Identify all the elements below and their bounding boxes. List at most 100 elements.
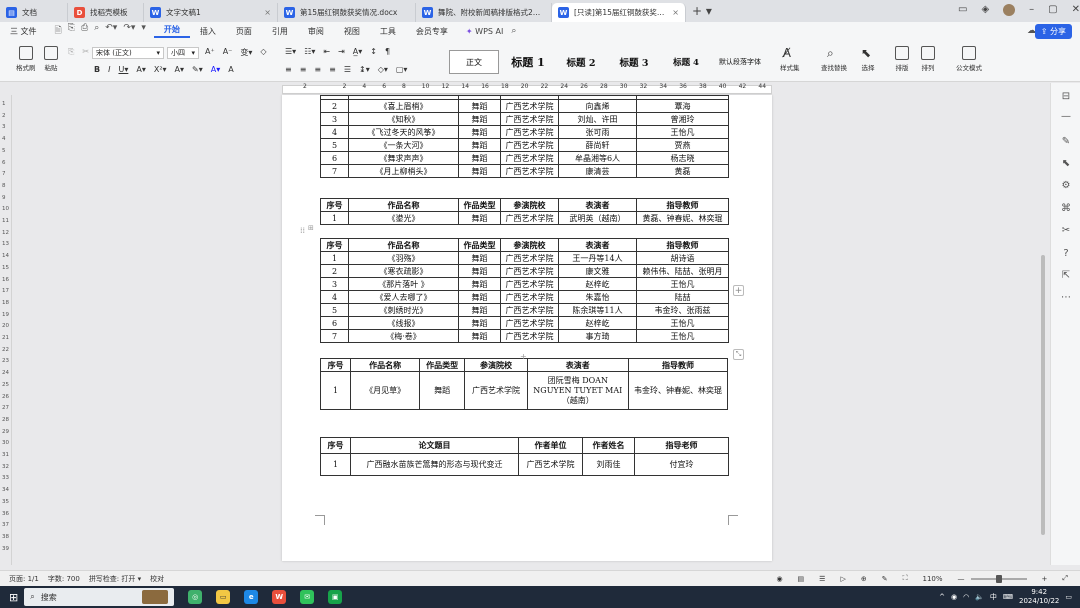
horizontal-ruler[interactable]: 2 2 4 6 8 10 12 14 16 18 20 22 24 26 28 30 32 34 36 38 40 42 4… xyxy=(0,83,1080,95)
table-cell[interactable]: 黄磊、钟春妮、林奕琨 xyxy=(636,211,729,225)
add-column-button[interactable]: + xyxy=(733,285,744,296)
table-header-cell[interactable]: 参演院校 xyxy=(500,238,559,252)
table-cell[interactable]: 刘灿、许田 xyxy=(558,112,637,126)
cube-icon[interactable]: ◈ xyxy=(981,4,989,16)
sort-icon[interactable]: ↕ xyxy=(370,47,377,56)
table-cell[interactable]: 5 xyxy=(320,138,349,152)
redo-icon[interactable]: ↷▾ xyxy=(123,23,135,39)
table-cell[interactable]: 广西艺术学院 xyxy=(500,211,559,225)
vertical-ruler[interactable]: 1 2 3 4 5 6 7 8 9 10 11 12 13 14 15 16 17 18 19 20 21 22 23 24 2… xyxy=(0,95,12,565)
table-cell[interactable]: 《寒衣疏影》 xyxy=(348,264,459,278)
table-cell[interactable]: 韦金玲、张雨兹 xyxy=(636,303,729,317)
zoom-slider-knob[interactable] xyxy=(995,574,1002,583)
table-header-cell[interactable]: 指导老师 xyxy=(634,437,729,454)
style-heading-4[interactable]: 标题 4 xyxy=(663,50,709,74)
avatar[interactable] xyxy=(1003,4,1016,16)
clock[interactable]: 9:42 2024/10/22 xyxy=(1019,588,1059,606)
table-cell[interactable]: 康文雅 xyxy=(558,264,637,278)
table-cell[interactable]: 胡诗语 xyxy=(636,251,729,265)
translate-icon[interactable]: ⌘ xyxy=(1060,203,1072,215)
zoom-slider[interactable] xyxy=(970,574,1027,583)
table-cell[interactable]: 舞蹈 xyxy=(458,164,501,178)
tab-docer-templates[interactable]: D 找稻壳模板 xyxy=(68,3,144,22)
menu-page[interactable]: 页面 xyxy=(226,26,262,37)
undo-icon[interactable]: ↶▾ xyxy=(105,23,117,39)
zoom-in-icon[interactable]: + xyxy=(1042,575,1048,583)
table-cell[interactable]: 《爱人去哪了》 xyxy=(348,290,459,304)
pen-icon[interactable]: ✎ xyxy=(882,575,888,583)
table-cell[interactable]: 广西艺术学院 xyxy=(500,112,559,126)
help-icon[interactable]: ? xyxy=(1060,248,1072,260)
edge-browser-icon[interactable]: e xyxy=(244,590,259,604)
settings-sliders-icon[interactable]: ⚙ xyxy=(1060,180,1072,192)
style-heading-2[interactable]: 标题 2 xyxy=(557,50,605,74)
proofread[interactable]: 校对 xyxy=(150,574,164,584)
table-cell[interactable]: 王怡凡 xyxy=(636,125,729,139)
vertical-scrollbar[interactable] xyxy=(1040,95,1046,561)
text-effect-icon[interactable]: A▾ xyxy=(175,65,185,74)
table-cell[interactable]: 广西艺术学院 xyxy=(500,329,559,343)
table-cell[interactable]: 广西艺术学院 xyxy=(500,99,559,113)
tab-news-format[interactable]: W 舞院、附校新闻稿排版格式20240911 xyxy=(416,3,552,22)
wifi-icon[interactable]: ◠ xyxy=(963,593,969,601)
table-cell[interactable]: 王怡凡 xyxy=(636,316,729,330)
table-cell[interactable]: 广西艺术学院 xyxy=(464,371,528,410)
wps-ai-button[interactable]: ✦ WPS AI xyxy=(458,27,511,36)
monitor-app-icon[interactable]: ▣ xyxy=(328,590,343,604)
style-default-para-font[interactable]: 默认段落字体 xyxy=(711,50,769,74)
table-cell[interactable]: 向鑫烯 xyxy=(558,99,637,113)
table-header-cell[interactable]: 序号 xyxy=(320,198,349,212)
official-format-button[interactable]: 公文模式 xyxy=(956,46,982,72)
volume-icon[interactable]: 🔈 xyxy=(975,593,984,601)
table-cell[interactable]: 王怡凡 xyxy=(636,329,729,343)
more-icon[interactable]: ▾ xyxy=(141,23,146,39)
grow-font-icon[interactable]: A⁺ xyxy=(205,47,215,58)
table-cell[interactable]: 舞蹈 xyxy=(458,151,501,165)
table-cell[interactable]: 武明英（越南） xyxy=(558,211,637,225)
maximize-icon[interactable]: ▢ xyxy=(1048,4,1057,16)
table-cell[interactable]: 《舞求声声》 xyxy=(348,151,459,165)
table-header-cell[interactable]: 作者姓名 xyxy=(582,437,635,454)
table-header-cell[interactable]: 参演院校 xyxy=(464,358,528,372)
table-header-cell[interactable]: 指导教师 xyxy=(627,358,729,372)
windows-start-icon[interactable]: ⊞ xyxy=(9,591,18,604)
phonetic-icon[interactable]: 变▾ xyxy=(240,47,252,58)
tray-app-icon[interactable]: ◉ xyxy=(951,593,957,601)
bold-icon[interactable]: B xyxy=(94,65,100,74)
table-cell[interactable]: 赵梓屹 xyxy=(558,316,637,330)
table-cell[interactable]: 《一条大河》 xyxy=(348,138,459,152)
table-cell[interactable]: 舞蹈 xyxy=(458,251,501,265)
table-cell[interactable]: 广西艺术学院 xyxy=(500,303,559,317)
file-menu[interactable]: 三 文件 xyxy=(0,26,47,37)
align-center-icon[interactable]: ≡ xyxy=(300,65,307,74)
increase-indent-icon[interactable]: ⇥ xyxy=(338,47,345,56)
ime-indicator[interactable]: 中 xyxy=(990,592,997,602)
table-cell[interactable]: 5 xyxy=(320,303,349,317)
copy-icon[interactable]: ⎘ xyxy=(68,47,74,57)
table-cell[interactable]: 贾燕 xyxy=(636,138,729,152)
table-header-cell[interactable]: 作品类型 xyxy=(458,198,501,212)
table-cell[interactable]: 《喜上眉梢》 xyxy=(348,99,459,113)
share-button[interactable]: ⇪ 分享 xyxy=(1034,24,1072,39)
table-cell[interactable]: 广西艺术学院 xyxy=(500,264,559,278)
table-cell[interactable]: 2 xyxy=(320,99,349,113)
web-view-icon[interactable]: ⊕ xyxy=(861,575,867,583)
app-icon-green[interactable]: ◎ xyxy=(188,590,203,604)
search-icon[interactable]: ⌕ xyxy=(511,26,516,36)
table-cell[interactable]: 舞蹈 xyxy=(419,371,466,410)
add-row-icon[interactable]: + xyxy=(520,352,527,361)
new-tab-icon[interactable]: + ▾ xyxy=(686,4,718,18)
table-cell[interactable]: 赵梓屹 xyxy=(558,277,637,291)
eye-icon[interactable]: ◉ xyxy=(776,575,782,583)
table-header-cell[interactable]: 表演者 xyxy=(558,198,637,212)
table-cell[interactable]: 杨志晓 xyxy=(636,151,729,165)
border-icon[interactable]: ▢▾ xyxy=(396,65,408,74)
paste-button[interactable]: 粘贴 xyxy=(44,46,58,72)
table-cell[interactable]: 王一丹等14人 xyxy=(558,251,637,265)
table-cell[interactable]: 1 xyxy=(320,211,349,225)
italic-icon[interactable]: I xyxy=(108,65,110,74)
pen-icon[interactable]: ✎ xyxy=(1060,136,1072,148)
table-cell[interactable]: 广西艺术学院 xyxy=(500,290,559,304)
superscript-icon[interactable]: X²▾ xyxy=(154,65,167,74)
table-cell[interactable]: 《刺绣时光》 xyxy=(348,303,459,317)
